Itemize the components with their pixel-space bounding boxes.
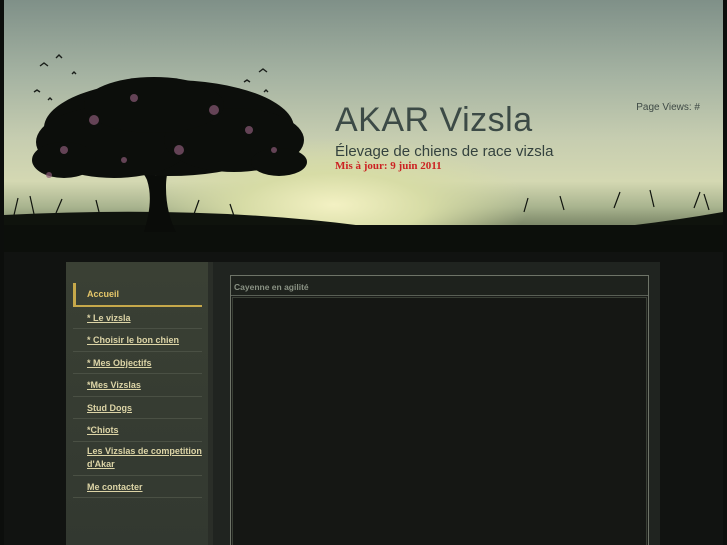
page-views-counter: Page Views: # (636, 102, 700, 113)
site-subtitle: Élevage de chiens de race vizsla (335, 143, 554, 160)
nav-link-choisir-le-bon-chien[interactable]: * Choisir le bon chien (87, 334, 179, 348)
nav-item-vizslas-de-competition[interactable]: Les Vizslas de competition d'Akar (73, 442, 202, 476)
nav-link-mes-vizslas[interactable]: *Mes Vizslas (87, 379, 141, 393)
page-frame: AKAR Vizsla Élevage de chiens de race vi… (4, 0, 723, 545)
update-notice: Mis à jour: 9 juin 2011 (335, 160, 442, 172)
header-banner: AKAR Vizsla Élevage de chiens de race vi… (4, 0, 723, 252)
nav-item-mes-objectifs[interactable]: * Mes Objectifs (73, 352, 202, 374)
nav-item-choisir-le-bon-chien[interactable]: * Choisir le bon chien (73, 329, 202, 352)
nav-link-stud-dogs[interactable]: Stud Dogs (87, 402, 132, 416)
main-content: Cayenne en agilité (213, 262, 660, 545)
nav-link-mes-objectifs[interactable]: * Mes Objectifs (87, 357, 152, 371)
content-panel: Cayenne en agilité (230, 275, 649, 545)
nav-link-me-contacter[interactable]: Me contacter (87, 481, 143, 495)
content-panel-header: Cayenne en agilité (231, 276, 648, 296)
nav-link-vizslas-de-competition[interactable]: Les Vizslas de competition d'Akar (87, 445, 202, 472)
nav-item-le-vizsla[interactable]: * Le vizsla (73, 307, 202, 329)
nav-item-accueil[interactable]: Accueil (73, 283, 202, 307)
nav-link-le-vizsla[interactable]: * Le vizsla (87, 312, 131, 326)
nav-item-stud-dogs[interactable]: Stud Dogs (73, 397, 202, 419)
nav-item-chiots[interactable]: *Chiots (73, 419, 202, 442)
sidebar: Accueil * Le vizsla * Choisir le bon chi… (66, 262, 208, 545)
section-title: Cayenne en agilité (234, 282, 309, 292)
nav-link-accueil[interactable]: Accueil (87, 288, 119, 302)
nav-link-chiots[interactable]: *Chiots (87, 424, 119, 438)
site-title: AKAR Vizsla (335, 101, 533, 139)
nav-item-mes-vizslas[interactable]: *Mes Vizslas (73, 374, 202, 397)
content-panel-body (232, 297, 647, 545)
sidebar-nav: Accueil * Le vizsla * Choisir le bon chi… (73, 283, 202, 498)
content-area: Accueil * Le vizsla * Choisir le bon chi… (66, 262, 660, 545)
nav-item-me-contacter[interactable]: Me contacter (73, 476, 202, 498)
